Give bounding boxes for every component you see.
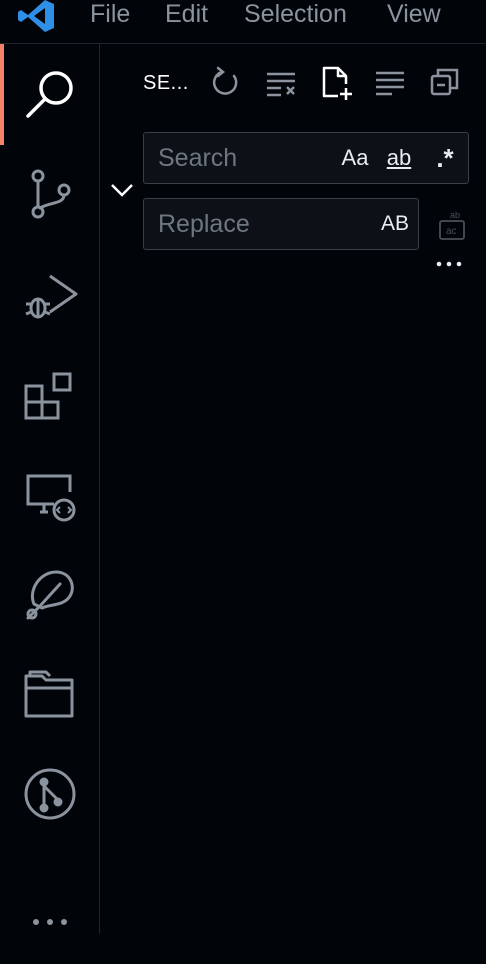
run-debug-icon[interactable] [0,244,100,344]
source-control-icon[interactable] [0,144,100,244]
new-search-editor-icon[interactable] [318,64,354,100]
menu-view[interactable]: View [387,0,441,30]
whole-word-toggle[interactable]: ab [382,141,416,175]
regex-toggle[interactable]: .* [428,141,462,175]
svg-text:ab: ab [450,210,460,220]
view-title: SE... [143,72,189,94]
menu-selection[interactable]: Selection [244,0,347,30]
testing-icon[interactable] [0,544,100,644]
extensions-icon[interactable] [0,344,100,444]
search-view: SE... Aa ab .* [100,44,486,934]
view-as-tree-icon[interactable] [372,64,408,100]
search-field: Aa ab .* [143,132,469,184]
replace-input[interactable] [144,199,324,249]
toggle-replace-chevron-icon[interactable] [108,176,136,204]
menu-edit[interactable]: Edit [165,0,208,30]
remote-explorer-icon[interactable] [0,444,100,544]
preserve-case-toggle[interactable]: AB [376,207,414,241]
menu-file[interactable]: File [90,0,130,30]
search-input[interactable] [144,133,324,183]
replace-all-icon[interactable]: ac ab [436,207,470,241]
git-graph-icon[interactable] [0,744,100,844]
folder-icon[interactable] [0,644,100,744]
vscode-logo-icon [18,0,56,32]
activity-bar [0,44,100,934]
more-options-icon[interactable] [434,256,464,272]
collapse-all-icon[interactable] [427,64,463,100]
svg-text:ac: ac [446,226,457,237]
more-icon[interactable] [0,864,100,964]
search-icon[interactable] [0,44,100,144]
refresh-icon[interactable] [208,64,244,100]
menu-bar: File Edit Selection View [0,0,486,44]
match-case-toggle[interactable]: Aa [338,141,372,175]
clear-results-icon[interactable] [263,64,299,100]
replace-field: AB [143,198,419,250]
